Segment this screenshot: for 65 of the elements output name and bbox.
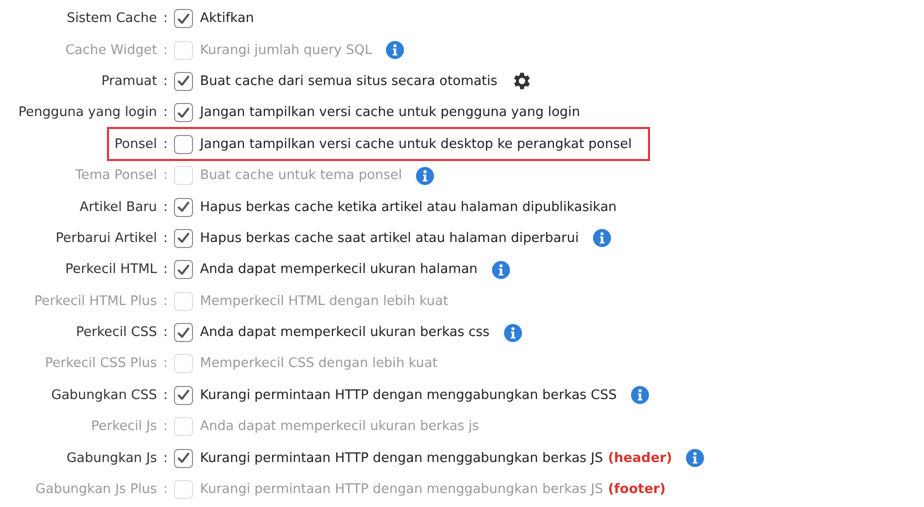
setting-label: Artikel Baru <box>80 200 157 215</box>
separator: : <box>162 230 169 246</box>
setting-label: Cache Widget <box>65 42 157 58</box>
setting-description: Hapus berkas cache saat artikel atau halaman diperbarui <box>200 230 579 246</box>
separator: : <box>162 11 169 26</box>
setting-description: Buat cache untuk tema ponsel <box>200 168 402 184</box>
setting-label: Perbarui Artikel <box>56 230 157 246</box>
setting-description: Jangan tampilkan versi cache untuk pengguna yang login <box>200 105 580 120</box>
setting-description: Kurangi permintaan HTTP dengan menggabungkan berkas CSS <box>200 388 617 403</box>
separator: : <box>162 74 169 89</box>
setting-label: Perkecil CSS Plus <box>44 356 157 372</box>
setting-description: Aktifkan <box>200 11 254 26</box>
setting-description: Buat cache dari semua situs secara otomatis <box>200 74 498 89</box>
separator: : <box>162 105 169 120</box>
separator: : <box>162 42 169 58</box>
separator: : <box>162 388 169 403</box>
setting-description: Kurangi permintaan HTTP dengan menggabungkan berkas JS <box>200 482 603 498</box>
setting-label: Pramuat <box>101 74 157 89</box>
checkbox[interactable] <box>174 448 193 468</box>
setting-label: Perkecil CSS <box>76 325 157 340</box>
setting-description: Anda dapat memperkecil ukuran berkas css <box>200 325 490 340</box>
position-tag: (footer) <box>608 482 666 498</box>
separator: : <box>162 262 169 278</box>
setting-label: Perkecil HTML <box>65 262 157 278</box>
checkbox[interactable] <box>174 386 193 405</box>
checkbox[interactable] <box>174 323 193 342</box>
checkbox[interactable] <box>174 103 193 122</box>
info-icon[interactable] <box>686 449 704 468</box>
position-tag: (header) <box>608 450 672 466</box>
separator: : <box>162 450 169 466</box>
separator: : <box>162 325 169 340</box>
setting-label: Sistem Cache <box>66 11 157 26</box>
setting-label: Perkecil Js <box>91 419 157 434</box>
separator: : <box>162 294 169 309</box>
checkbox[interactable] <box>174 260 193 280</box>
setting-description: Anda dapat memperkecil ukuran halaman <box>200 262 478 278</box>
setting-label: Tema Ponsel <box>75 168 157 184</box>
setting-description: Memperkecil CSS dengan lebih kuat <box>200 356 438 372</box>
checkbox[interactable] <box>174 9 193 28</box>
checkbox[interactable] <box>174 198 193 217</box>
setting-description: Hapus berkas cache ketika artikel atau halaman dipublikasikan <box>200 200 617 215</box>
separator: : <box>162 168 169 184</box>
setting-label: Gabungkan Js Plus <box>35 482 157 498</box>
setting-description: Kurangi permintaan HTTP dengan menggabungkan berkas JS <box>200 450 603 466</box>
setting-description: Anda dapat memperkecil ukuran berkas js <box>200 419 480 434</box>
info-icon[interactable] <box>492 260 510 279</box>
setting-label: Gabungkan CSS <box>51 388 157 403</box>
setting-label: Perkecil HTML Plus <box>34 294 157 309</box>
setting-description: Jangan tampilkan versi cache untuk desktop ke perangkat ponsel <box>200 136 632 152</box>
separator: : <box>162 356 169 372</box>
setting-label: Ponsel <box>114 136 157 152</box>
setting-description: Kurangi jumlah query SQL <box>200 42 372 58</box>
setting-label: Gabungkan Js <box>66 450 157 466</box>
setting-label: Pengguna yang login <box>18 105 157 120</box>
checkbox[interactable] <box>174 228 193 248</box>
setting-description: Memperkecil HTML dengan lebih kuat <box>200 294 448 309</box>
info-icon[interactable] <box>592 229 611 248</box>
checkbox[interactable] <box>174 72 193 91</box>
checkbox[interactable] <box>174 134 193 154</box>
separator: : <box>162 419 169 434</box>
separator: : <box>162 200 169 215</box>
info-icon[interactable] <box>504 324 522 342</box>
separator: : <box>162 482 169 498</box>
info-icon[interactable] <box>630 386 649 404</box>
separator: : <box>162 136 169 152</box>
